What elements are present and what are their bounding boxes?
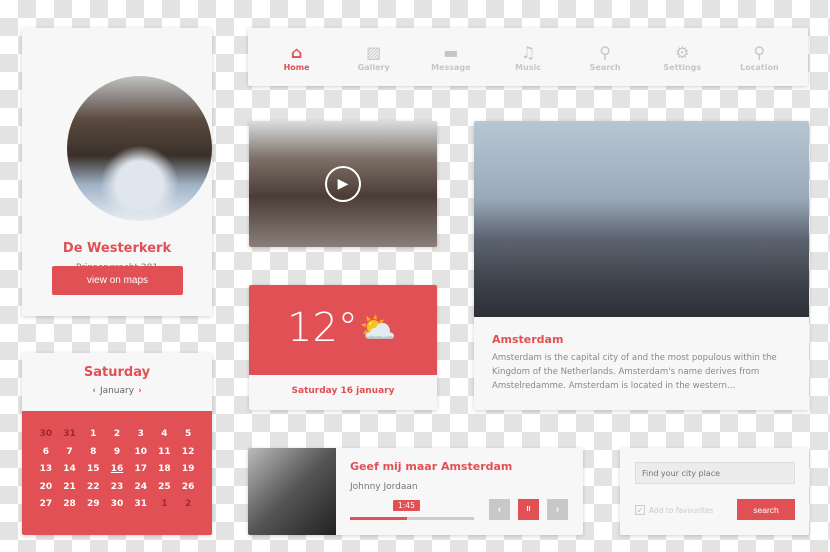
nav-label: Search xyxy=(589,62,621,72)
previous-button[interactable]: ‹ xyxy=(489,499,510,520)
calendar-date[interactable]: 10 xyxy=(129,447,153,465)
nav-label: Message xyxy=(431,62,471,72)
place-photo xyxy=(67,76,212,221)
play-icon[interactable]: ▶ xyxy=(325,166,361,202)
nav-label: Music xyxy=(515,62,541,72)
checkbox-icon[interactable]: ✓ xyxy=(635,505,645,515)
calendar-date[interactable]: 5 xyxy=(176,429,200,447)
calendar-date[interactable]: 11 xyxy=(153,447,177,465)
calendar-date[interactable]: 14 xyxy=(58,464,82,482)
calendar-date[interactable]: 15 xyxy=(81,464,105,482)
place-card: De Westerkerk Prinsengracht 281 view on … xyxy=(22,28,212,316)
nav-bar: ⌂ Home ▨ Gallery ▬ Message ♫ Music ⚲ Search ⚙ Setti… xyxy=(248,28,808,86)
calendar-date[interactable]: 1 xyxy=(81,429,105,447)
temperature: 12° xyxy=(287,305,358,351)
calendar-date[interactable]: 19 xyxy=(176,464,200,482)
time-tooltip: 1:45 xyxy=(393,500,420,511)
calendar-date[interactable]: 18 xyxy=(153,464,177,482)
next-button[interactable]: › xyxy=(547,499,568,520)
calendar-date[interactable]: 9 xyxy=(105,447,129,465)
search-icon: ⚲ xyxy=(599,42,611,62)
message-icon: ▬ xyxy=(443,42,459,62)
calendar-date[interactable]: 2 xyxy=(176,499,200,517)
search-button[interactable]: search xyxy=(737,499,795,520)
calendar-date[interactable]: 12 xyxy=(176,447,200,465)
music-icon: ♫ xyxy=(520,42,536,62)
calendar-date[interactable]: 8 xyxy=(81,447,105,465)
weather-date: Saturday 16 january xyxy=(291,386,395,396)
calendar-date[interactable]: 20 xyxy=(34,482,58,500)
calendar-date[interactable]: 23 xyxy=(105,482,129,500)
place-title: De Westerkerk xyxy=(62,241,172,256)
search-card: ✓ Add to favourites search xyxy=(620,448,809,535)
calendar-date[interactable]: 17 xyxy=(129,464,153,482)
calendar-grid: 30 31 1 2 3 4 5 6 7 8 9 10 11 12 13 14 15 16 17 18 19 20 21 22 2… xyxy=(22,411,212,535)
calendar-date[interactable]: 28 xyxy=(58,499,82,517)
progress-slider[interactable] xyxy=(350,517,474,520)
calendar-date[interactable]: 4 xyxy=(153,429,177,447)
calendar-date[interactable]: 16 xyxy=(105,464,129,482)
calendar-date[interactable]: 22 xyxy=(81,482,105,500)
gallery-icon: ▨ xyxy=(366,42,382,62)
calendar-day: Saturday xyxy=(83,365,151,380)
calendar-date[interactable]: 24 xyxy=(129,482,153,500)
city-search-input[interactable] xyxy=(635,462,795,484)
calendar-date[interactable]: 31 xyxy=(129,499,153,517)
chevron-left-icon[interactable]: ‹ xyxy=(92,386,96,396)
music-player: Geef mij maar Amsterdam Johnny Jordaan 1… xyxy=(248,448,583,535)
calendar-date[interactable]: 27 xyxy=(34,499,58,517)
article-text: Amsterdam is the capital city of and the… xyxy=(492,353,777,391)
home-icon: ⌂ xyxy=(290,42,303,62)
nav-label: Settings xyxy=(663,62,702,72)
calendar: Saturday ‹ January › 30 31 1 2 3 4 5 6 7 8 9 10 11 12 13… xyxy=(22,353,212,535)
calendar-date[interactable]: 2 xyxy=(105,429,129,447)
nav-label: Home xyxy=(283,62,310,72)
sun-cloud-icon: ⛅ xyxy=(359,311,397,346)
calendar-date[interactable]: 21 xyxy=(58,482,82,500)
location-pin-icon: ⚲ xyxy=(753,42,766,62)
view-on-maps-button[interactable]: view on maps xyxy=(52,266,183,295)
nav-item-home[interactable]: ⌂ Home xyxy=(262,28,332,86)
nav-label: Location xyxy=(740,62,779,72)
calendar-month-selector: ‹ January › xyxy=(22,386,212,396)
calendar-date[interactable]: 31 xyxy=(58,429,82,447)
nav-item-search[interactable]: ⚲ Search xyxy=(570,28,640,86)
nav-item-gallery[interactable]: ▨ Gallery xyxy=(339,28,409,86)
chevron-right-icon[interactable]: › xyxy=(138,386,142,396)
favourites-checkbox[interactable]: ✓ Add to favourites xyxy=(635,505,713,515)
nav-label: Gallery xyxy=(357,62,390,72)
nav-item-message[interactable]: ▬ Message xyxy=(416,28,486,86)
article-title[interactable]: Amsterdam xyxy=(492,333,563,346)
video-player[interactable]: ▶ xyxy=(249,121,437,247)
nav-item-settings[interactable]: ⚙ Settings xyxy=(647,28,717,86)
album-art xyxy=(248,448,336,535)
calendar-date[interactable]: 30 xyxy=(105,499,129,517)
calendar-date[interactable]: 7 xyxy=(58,447,82,465)
calendar-date[interactable]: 6 xyxy=(34,447,58,465)
song-title: Geef mij maar Amsterdam xyxy=(350,460,513,473)
calendar-date[interactable]: 3 xyxy=(129,429,153,447)
calendar-date[interactable]: 25 xyxy=(153,482,177,500)
calendar-date[interactable]: 29 xyxy=(81,499,105,517)
article-image xyxy=(474,121,809,317)
pause-button[interactable]: II xyxy=(518,499,539,520)
weather-card: 12° ⛅ Saturday 16 january xyxy=(249,285,437,410)
article-card: Amsterdam Amsterdam is the capital city … xyxy=(474,121,809,410)
weather-header: 12° ⛅ xyxy=(249,285,437,375)
progress-fill xyxy=(350,517,408,520)
calendar-date[interactable]: 26 xyxy=(176,482,200,500)
nav-item-music[interactable]: ♫ Music xyxy=(493,28,563,86)
gear-icon: ⚙ xyxy=(675,42,690,62)
song-artist: Johnny Jordaan xyxy=(350,482,418,492)
calendar-month: January xyxy=(99,386,135,396)
calendar-date[interactable]: 30 xyxy=(34,429,58,447)
favourites-label: Add to favourites xyxy=(649,505,714,515)
calendar-date[interactable]: 1 xyxy=(153,499,177,517)
nav-item-location[interactable]: ⚲ Location xyxy=(724,28,794,86)
calendar-date[interactable]: 13 xyxy=(34,464,58,482)
